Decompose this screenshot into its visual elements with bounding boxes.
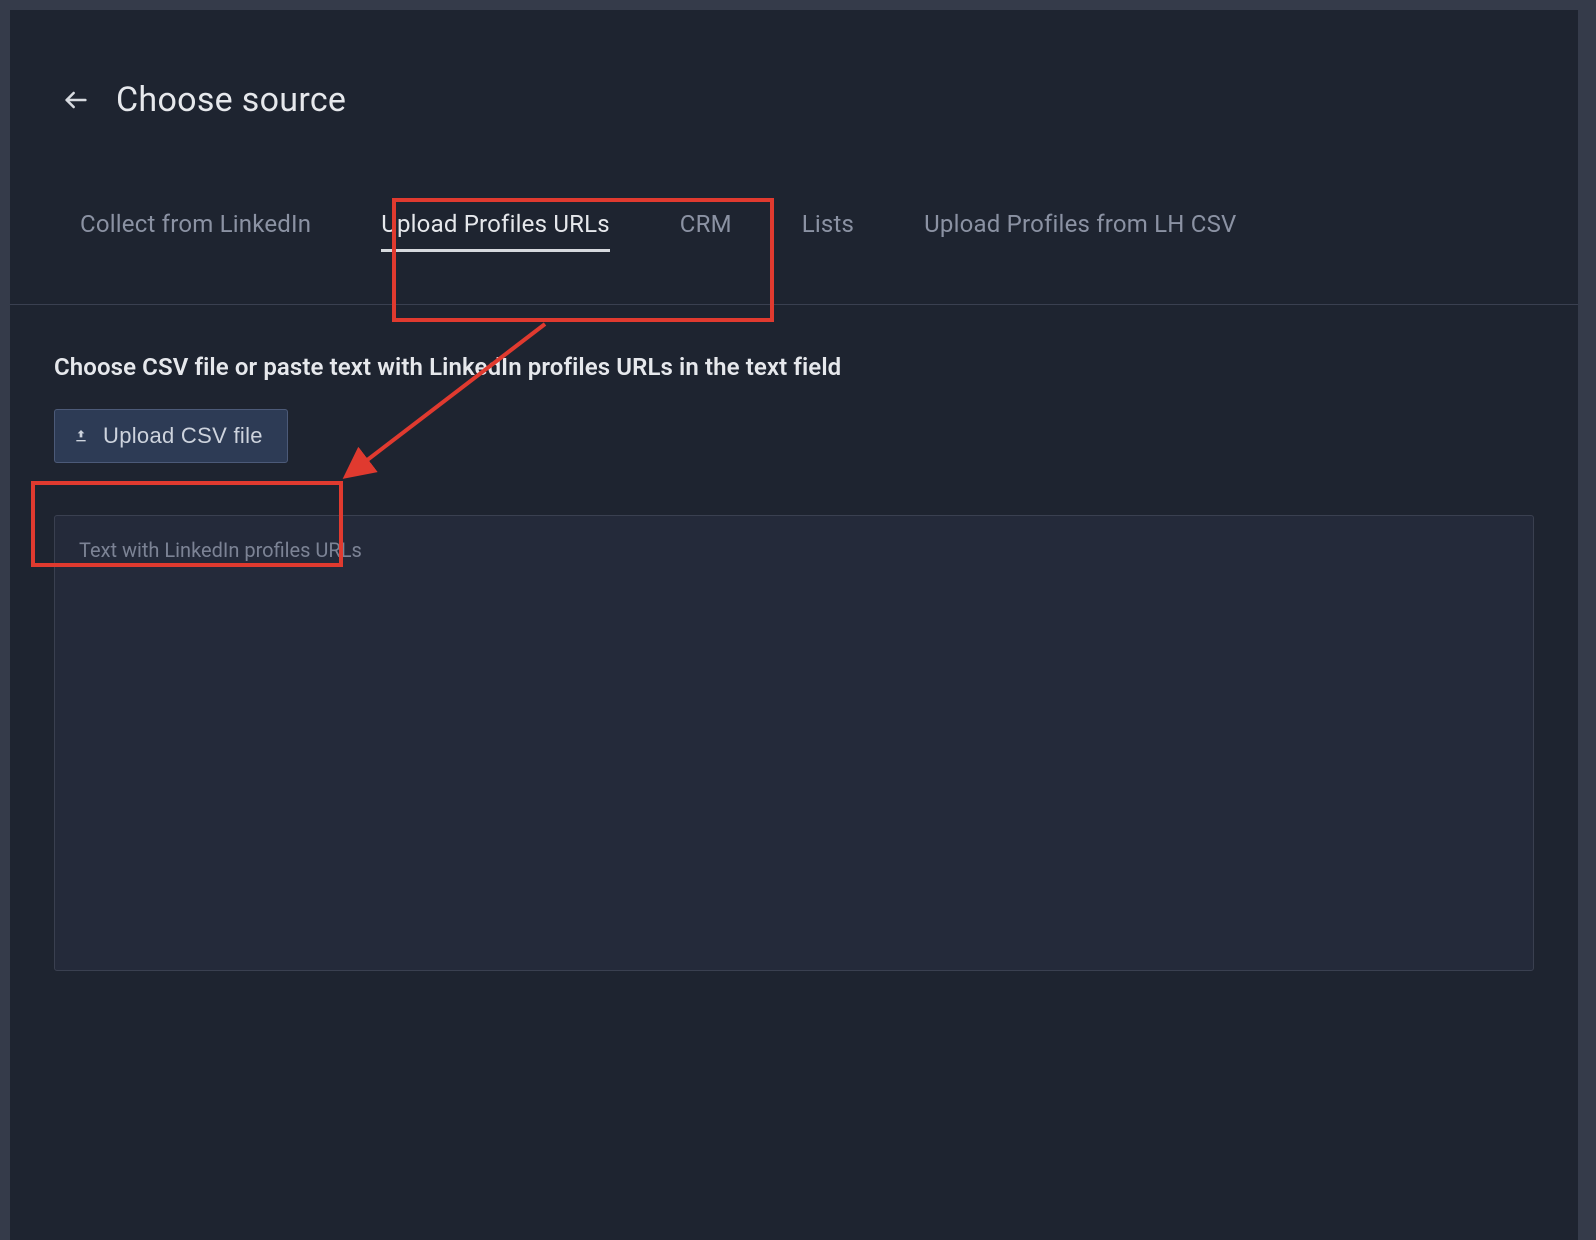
instruction-text: Choose CSV file or paste text with Linke… [54, 353, 1534, 381]
content-area: Choose CSV file or paste text with Linke… [10, 305, 1578, 1023]
tabs-row: Collect from LinkedIn Upload Profiles UR… [10, 170, 1578, 305]
back-arrow-icon[interactable] [62, 86, 90, 114]
upload-icon [73, 428, 89, 444]
tab-upload-profiles-from-lh-csv[interactable]: Upload Profiles from LH CSV [924, 210, 1236, 250]
profiles-urls-textarea[interactable] [54, 515, 1534, 971]
tab-lists[interactable]: Lists [802, 210, 854, 250]
page-header: Choose source [10, 10, 1578, 170]
tab-crm[interactable]: CRM [680, 210, 732, 250]
upload-button-label: Upload CSV file [103, 423, 263, 449]
tab-upload-profiles-urls[interactable]: Upload Profiles URLs [381, 210, 610, 250]
upload-csv-button[interactable]: Upload CSV file [54, 409, 288, 463]
page-title: Choose source [116, 80, 346, 120]
tab-collect-from-linkedin[interactable]: Collect from LinkedIn [80, 210, 311, 250]
textarea-wrapper [54, 515, 1534, 975]
